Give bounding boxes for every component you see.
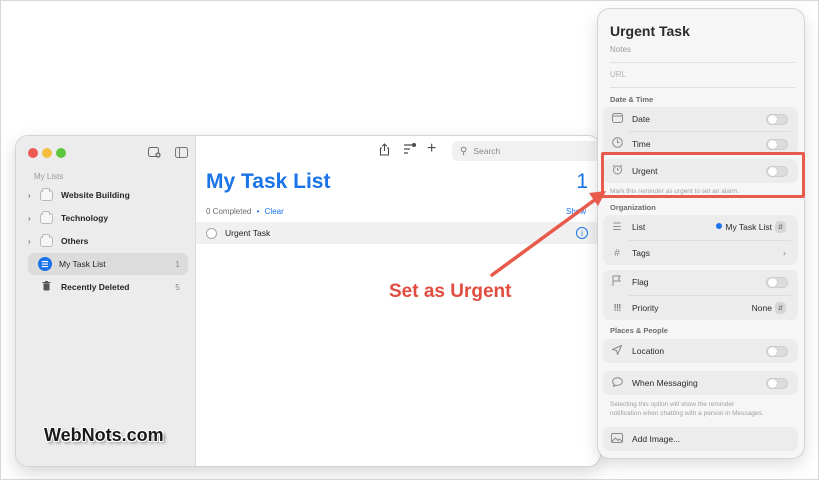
annotation-arrow (490, 191, 606, 277)
set-as-urgent-annotation: Set as Urgent (389, 281, 512, 302)
